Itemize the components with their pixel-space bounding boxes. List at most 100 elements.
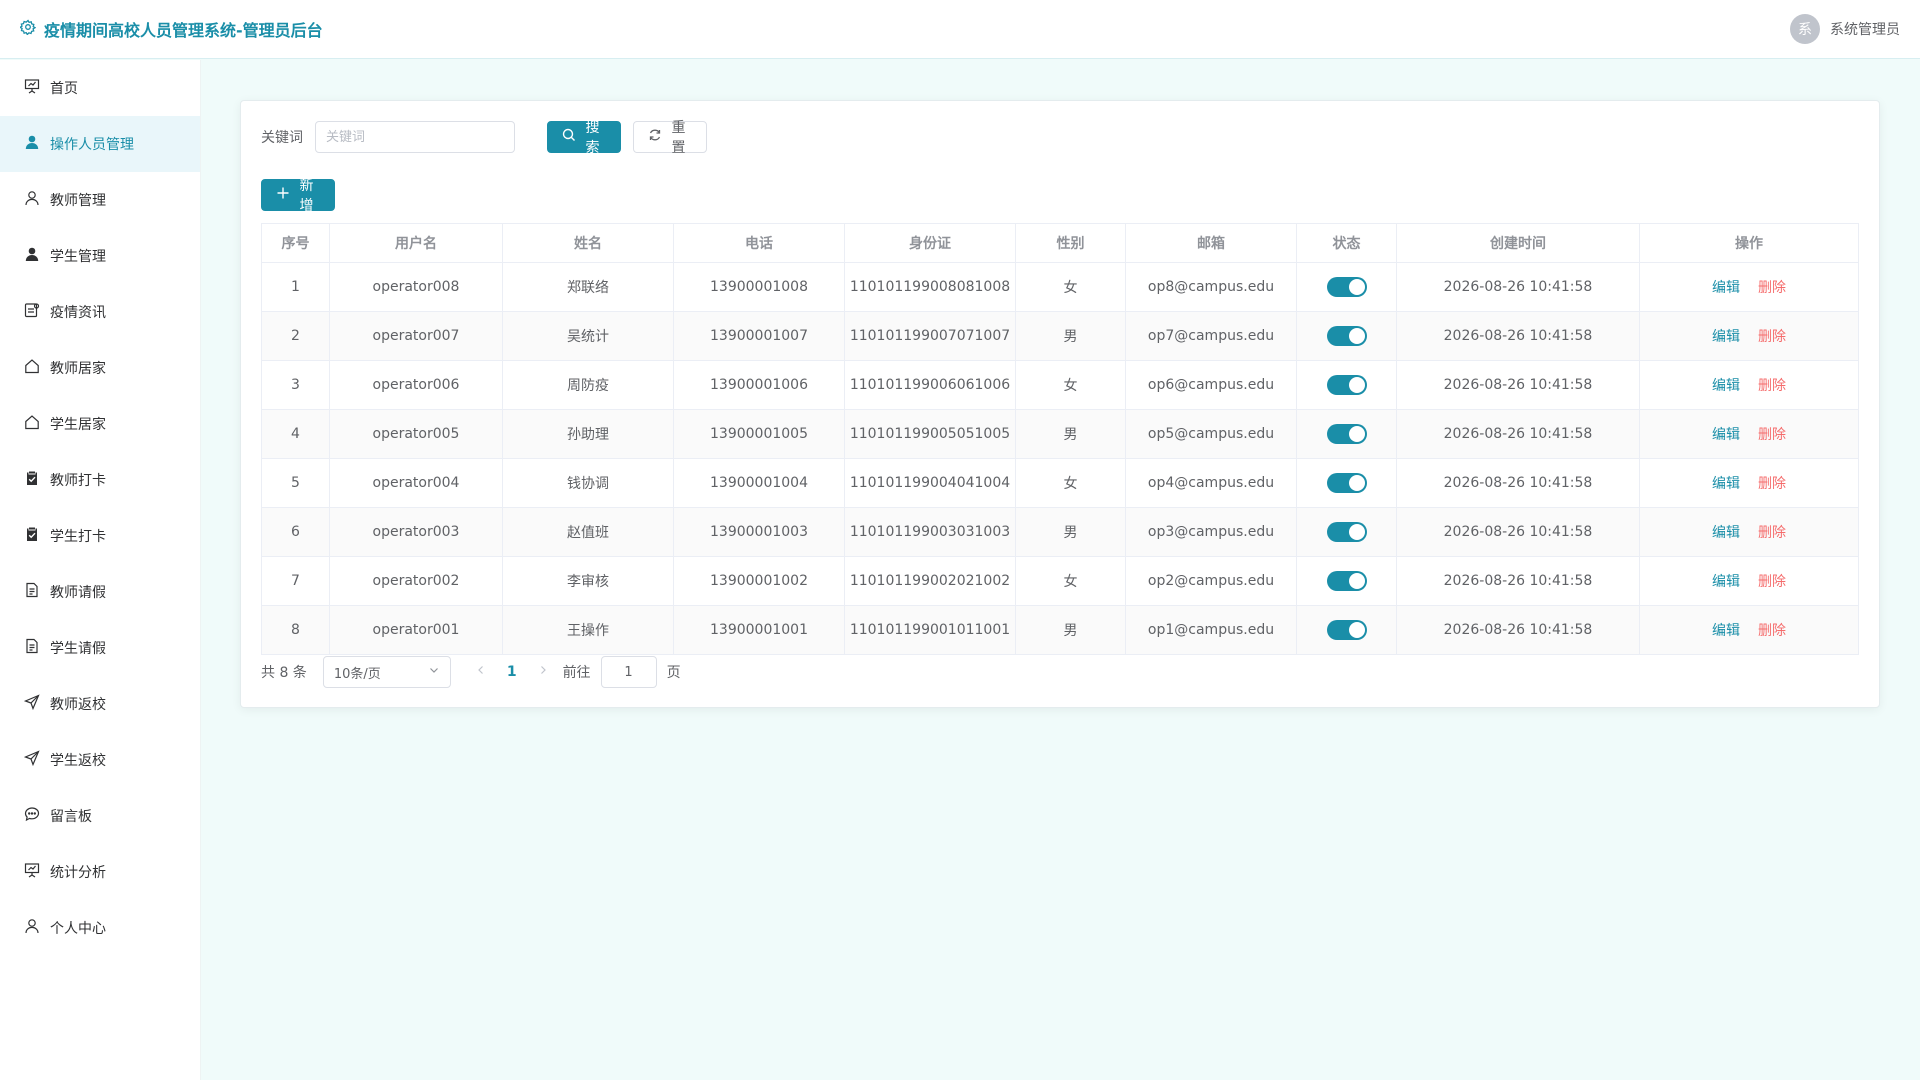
- status-toggle[interactable]: [1326, 473, 1367, 493]
- delete-link[interactable]: 删除: [1758, 378, 1786, 394]
- sidebar-item[interactable]: 教师管理: [0, 172, 200, 228]
- delete-link[interactable]: 删除: [1758, 574, 1786, 590]
- status-toggle[interactable]: [1326, 571, 1367, 591]
- sidebar-item[interactable]: 教师请假: [0, 564, 200, 620]
- sidebar-item-label: 个人中心: [50, 921, 106, 937]
- sidebar-item[interactable]: 学生打卡: [0, 508, 200, 564]
- sidebar-item[interactable]: 学生请假: [0, 620, 200, 676]
- cell-gender: 男: [1015, 605, 1126, 655]
- cell-name: 李审核: [502, 556, 674, 606]
- user-filled-icon: [24, 134, 40, 154]
- search-input[interactable]: [315, 121, 515, 153]
- cell-actions: 编辑 删除: [1639, 605, 1859, 655]
- edit-link[interactable]: 编辑: [1712, 329, 1740, 345]
- search-button[interactable]: 搜索: [547, 120, 621, 156]
- sidebar-item-label: 学生请假: [50, 641, 106, 657]
- edit-link[interactable]: 编辑: [1712, 525, 1740, 541]
- cell-username: operator001: [329, 605, 503, 655]
- cell-email: op5@campus.edu: [1125, 409, 1297, 459]
- goto-label: 前往: [562, 665, 591, 681]
- cell-actions: 编辑 删除: [1639, 311, 1859, 361]
- cell-id-card: 110101199003031003: [844, 507, 1016, 557]
- total-count: 共 8 条: [261, 665, 307, 681]
- cell-name: 赵值班: [502, 507, 674, 557]
- plus-icon: [276, 186, 290, 204]
- status-toggle[interactable]: [1326, 522, 1367, 542]
- cell-email: op7@campus.edu: [1125, 311, 1297, 361]
- edit-link[interactable]: 编辑: [1712, 378, 1740, 394]
- page-nav: 1: [475, 664, 549, 680]
- sidebar-item-label: 统计分析: [50, 865, 106, 881]
- cell-created: 2026-08-26 10:41:58: [1396, 360, 1640, 410]
- edit-link[interactable]: 编辑: [1712, 623, 1740, 639]
- cell-name: 周防疫: [502, 360, 674, 410]
- sidebar-item[interactable]: 统计分析: [0, 844, 200, 900]
- cell-username: operator006: [329, 360, 503, 410]
- cell-phone: 13900001001: [673, 605, 845, 655]
- user-menu[interactable]: 系 系统管理员: [1790, 14, 1900, 44]
- status-toggle-knob: [1348, 426, 1365, 442]
- goto-page-input[interactable]: [600, 656, 657, 688]
- cell-name: 吴统计: [502, 311, 674, 361]
- cell-phone: 13900001002: [673, 556, 845, 606]
- presentation-icon: [24, 862, 40, 882]
- sidebar-item[interactable]: 留言板: [0, 788, 200, 844]
- cell-gender: 女: [1015, 458, 1126, 508]
- sidebar-item[interactable]: 首页: [0, 60, 200, 116]
- cell-no: 7: [261, 556, 330, 606]
- sidebar-item[interactable]: 操作人员管理: [0, 116, 200, 172]
- cell-no: 1: [261, 262, 330, 312]
- status-toggle[interactable]: [1326, 326, 1367, 346]
- edit-link[interactable]: 编辑: [1712, 574, 1740, 590]
- delete-link[interactable]: 删除: [1758, 476, 1786, 492]
- cell-status: [1296, 605, 1397, 655]
- cell-phone: 13900001007: [673, 311, 845, 361]
- add-button[interactable]: 新增: [261, 178, 335, 214]
- cell-username: operator003: [329, 507, 503, 557]
- sidebar-item-label: 学生管理: [50, 249, 106, 265]
- status-toggle[interactable]: [1326, 620, 1367, 640]
- cell-username: operator008: [329, 262, 503, 312]
- sidebar-item[interactable]: 学生管理: [0, 228, 200, 284]
- clipboard-check-icon: [24, 526, 40, 546]
- edit-link[interactable]: 编辑: [1712, 427, 1740, 443]
- prev-page-icon[interactable]: [475, 664, 487, 680]
- search-bar: 关键词 搜索 重置: [261, 120, 707, 156]
- status-toggle[interactable]: [1326, 277, 1367, 297]
- sidebar-item[interactable]: 教师打卡: [0, 452, 200, 508]
- gear-icon: [18, 19, 37, 39]
- sidebar-item[interactable]: 疫情资讯: [0, 284, 200, 340]
- column-header: 身份证: [844, 223, 1016, 263]
- delete-link[interactable]: 删除: [1758, 329, 1786, 345]
- table-header-row: 序号 用户名 姓名 电话 身份证 性别 邮箱 状态 创建时间 操作: [261, 223, 1859, 263]
- sidebar-item-label: 操作人员管理: [50, 137, 134, 153]
- avatar[interactable]: 系: [1790, 14, 1820, 44]
- username[interactable]: 系统管理员: [1830, 19, 1900, 39]
- delete-link[interactable]: 删除: [1758, 427, 1786, 443]
- status-toggle[interactable]: [1326, 424, 1367, 444]
- cell-status: [1296, 556, 1397, 606]
- sidebar-item[interactable]: 学生返校: [0, 732, 200, 788]
- cell-gender: 女: [1015, 360, 1126, 410]
- app-title: 疫情期间高校人员管理系统-管理员后台: [18, 17, 323, 41]
- delete-link[interactable]: 删除: [1758, 623, 1786, 639]
- page-size-select[interactable]: 10条/页: [322, 656, 451, 688]
- next-page-icon[interactable]: [537, 664, 549, 680]
- column-header: 操作: [1639, 223, 1859, 263]
- house-icon: [24, 414, 40, 434]
- sidebar-item[interactable]: 教师居家: [0, 340, 200, 396]
- delete-link[interactable]: 删除: [1758, 525, 1786, 541]
- sidebar-item[interactable]: 学生居家: [0, 396, 200, 452]
- cell-status: [1296, 409, 1397, 459]
- cell-status: [1296, 360, 1397, 410]
- page-number-current[interactable]: 1: [507, 664, 517, 680]
- sidebar-item[interactable]: 教师返校: [0, 676, 200, 732]
- status-toggle[interactable]: [1326, 375, 1367, 395]
- reset-button[interactable]: 重置: [633, 120, 707, 156]
- edit-link[interactable]: 编辑: [1712, 280, 1740, 296]
- delete-link[interactable]: 删除: [1758, 280, 1786, 296]
- sidebar-item[interactable]: 个人中心: [0, 900, 200, 956]
- cell-status: [1296, 262, 1397, 312]
- edit-link[interactable]: 编辑: [1712, 476, 1740, 492]
- cell-username: operator004: [329, 458, 503, 508]
